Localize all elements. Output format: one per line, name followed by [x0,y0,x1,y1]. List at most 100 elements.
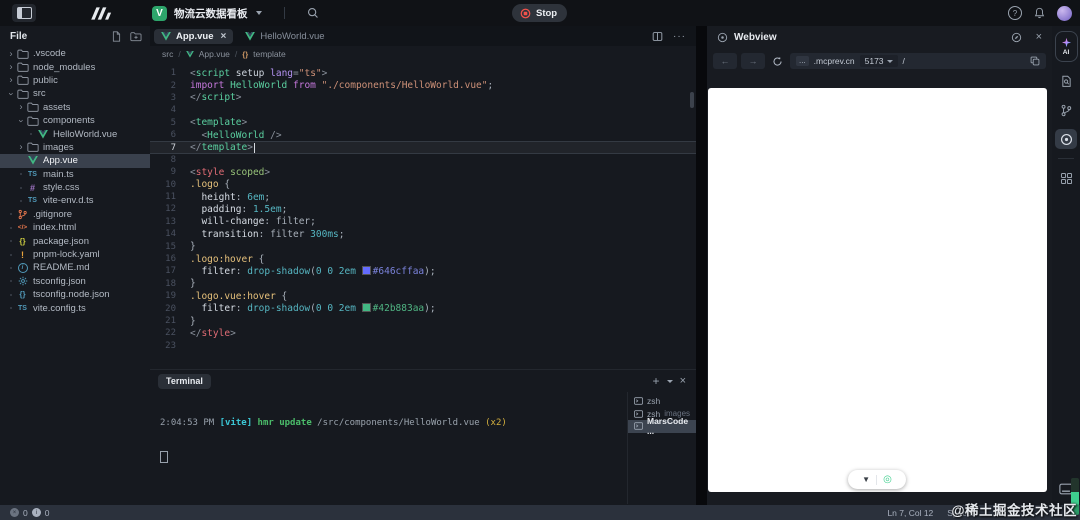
file-item-assets[interactable]: › assets [0,101,150,114]
refresh-icon[interactable] [772,56,783,67]
file-item-tsconfig.json[interactable]: tsconfig.json [0,275,150,288]
url-path[interactable]: / [903,56,1025,66]
code-line-6[interactable]: 6 <HelloWorld /> [150,129,696,141]
chevron-down-icon[interactable] [255,11,262,15]
file-item-package.json[interactable]: {} package.json [0,234,150,247]
forward-icon[interactable]: → [741,53,765,69]
line-number: 17 [165,266,176,277]
terminal-output[interactable]: 2:04:53 PM [vite] hmr update /src/compon… [150,392,627,504]
code-line-15[interactable]: 15} [150,240,696,252]
webview-panel: Webview × ← → ... .mcprev.cn 5173 / ▼ ◎ [707,26,1052,505]
file-item-HelloWorld.vue[interactable]: HelloWorld.vue [0,127,150,140]
code-line-19[interactable]: 19 .logo.vue:hover { [150,290,696,302]
open-in-browser-icon[interactable] [1011,32,1022,43]
code-line-2[interactable]: 2 import HelloWorld from "./components/He… [150,79,696,91]
tab-helloworld-vue[interactable]: HelloWorld.vue [238,29,331,44]
file-item-App.vue[interactable]: App.vue [0,154,150,168]
file-item-index.html[interactable]: </> index.html [0,221,150,234]
code-line-20[interactable]: 20 filter: drop-shadow(0 0 2em #42b883aa… [150,302,696,314]
code-line-21[interactable]: 21} [150,315,696,327]
inspect-target-icon[interactable]: ◎ [883,474,892,485]
code-line-16[interactable]: 16 .logo:hover { [150,253,696,265]
chevron-right-icon[interactable]: › [20,142,23,152]
code-line-8[interactable]: 8 [150,154,696,166]
chevron-right-icon[interactable]: › [10,48,13,58]
chevron-right-icon[interactable]: › [10,62,13,72]
code-text: .logo:hover { [190,253,265,265]
terminal-dropdown-icon[interactable] [666,379,673,383]
stop-button[interactable]: Stop [512,4,568,22]
file-item-vite.config.ts[interactable]: TS vite.config.ts [0,301,150,314]
terminal-session-MarsCode[interactable]: MarsCode ... [628,416,696,436]
close-icon[interactable]: × [680,375,686,387]
code-line-7[interactable]: 7 </template> [150,141,696,154]
terminal-panel: Terminal + × 2:04:53 PM [vite] hmr updat… [150,369,696,505]
split-editor-icon[interactable] [652,31,663,42]
port-select[interactable]: 5173 [859,55,898,67]
avatar[interactable] [1057,5,1072,21]
problems-indicator[interactable]: × 0 i 0 [10,508,49,518]
copy-url-icon[interactable] [1030,56,1040,66]
file-item-.vscode[interactable]: › .vscode [0,47,150,60]
file-item-tsconfig.node.json[interactable]: {} tsconfig.node.json [0,288,150,301]
marscode-logo[interactable] [86,6,112,20]
code-editor[interactable]: 1 <script setup lang="ts"> 2 import HelloWo… [150,62,696,375]
code-line-4[interactable]: 4 [150,104,696,116]
preview-frame[interactable] [708,88,1047,492]
terminal-tab[interactable]: Terminal [158,373,211,389]
bell-icon[interactable] [1034,7,1045,19]
code-line-11[interactable]: 11 height: 6em; [150,191,696,203]
code-line-10[interactable]: 10 .logo { [150,179,696,191]
code-line-23[interactable]: 23 [150,340,696,352]
file-item-style.css[interactable]: # style.css [0,181,150,194]
editor-scrollbar[interactable] [690,92,694,108]
close-icon[interactable]: × [1036,31,1042,43]
file-item-components[interactable]: › components [0,114,150,127]
help-icon[interactable]: ? [1008,6,1022,20]
code-line-17[interactable]: 17 filter: drop-shadow(0 0 2em #646cffaa… [150,265,696,277]
code-line-13[interactable]: 13 will-change: filter; [150,216,696,228]
collapse-triangle-icon[interactable]: ▼ [862,475,870,484]
workspace-name[interactable]: 物流云数据看板 [174,6,248,21]
chevron-down-icon[interactable]: › [16,119,26,122]
back-icon[interactable]: ← [713,53,737,69]
file-item-README.md[interactable]: i README.md [0,261,150,274]
more-actions-icon[interactable]: ··· [673,31,686,42]
preview-overlay-toolbar[interactable]: ▼ ◎ [848,470,906,489]
file-item-public[interactable]: › public [0,74,150,87]
webview-icon[interactable] [1055,129,1077,149]
new-file-icon[interactable] [111,31,122,42]
code-line-18[interactable]: 18} [150,278,696,290]
code-line-22[interactable]: 22 </style> [150,327,696,339]
apps-grid-icon[interactable] [1055,168,1077,188]
code-line-14[interactable]: 14 transition: filter 300ms; [150,228,696,240]
new-folder-icon[interactable] [130,31,142,42]
doc-search-icon[interactable] [1055,71,1077,91]
cursor-position[interactable]: Ln 7, Col 12 [887,508,933,518]
code-line-1[interactable]: 1 <script setup lang="ts"> [150,67,696,79]
chevron-right-icon[interactable]: › [20,102,23,112]
file-item-.gitignore[interactable]: .gitignore [0,208,150,221]
code-line-5[interactable]: 5 <template> [150,117,696,129]
file-item-vite-env.d.ts[interactable]: TS vite-env.d.ts [0,194,150,207]
chevron-down-icon[interactable]: › [6,92,16,95]
search-icon[interactable] [307,7,319,19]
ai-assistant-button[interactable]: AI [1054,31,1078,62]
code-line-12[interactable]: 12 padding: 1.5em; [150,203,696,215]
file-item-main.ts[interactable]: TS main.ts [0,168,150,181]
url-bar[interactable]: ... .mcprev.cn 5173 / [790,53,1046,69]
file-item-pnpm-lock.yaml[interactable]: ! pnpm-lock.yaml [0,248,150,261]
close-tab-icon[interactable]: × [220,31,226,42]
file-item-images[interactable]: › images [0,141,150,154]
file-item-node_modules[interactable]: › node_modules [0,60,150,73]
source-control-icon[interactable] [1055,100,1077,120]
code-line-9[interactable]: 9 <style scoped> [150,166,696,178]
breadcrumb[interactable]: src / App.vue / {} template [150,46,696,62]
file-item-src[interactable]: › src [0,87,150,100]
new-terminal-icon[interactable]: + [653,375,660,387]
tab-app-vue[interactable]: App.vue × [154,28,234,44]
code-line-3[interactable]: 3 </script> [150,92,696,104]
panel-toggle-button[interactable] [12,4,36,22]
terminal-session-zsh[interactable]: zsh [628,395,696,408]
chevron-right-icon[interactable]: › [10,75,13,85]
